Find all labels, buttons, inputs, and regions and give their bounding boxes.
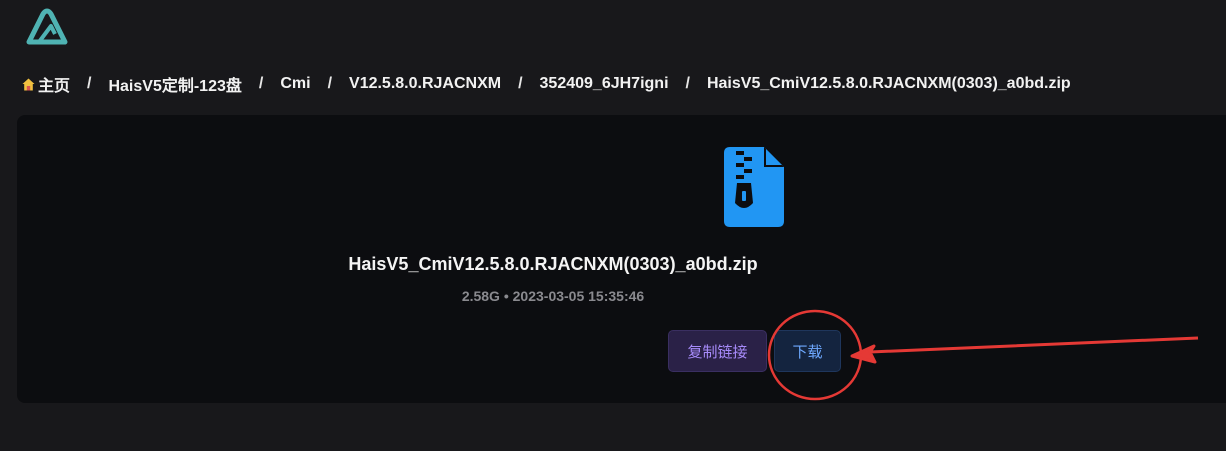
breadcrumb-separator: / <box>327 75 333 92</box>
breadcrumb-separator: / <box>87 75 92 92</box>
file-preview-card: HaisV5_CmiV12.5.8.0.RJACNXM(0303)_a0bd.z… <box>17 115 1226 403</box>
download-button[interactable]: 下载 <box>774 330 841 372</box>
file-name: HaisV5_CmiV12.5.8.0.RJACNXM(0303)_a0bd.z… <box>348 254 758 274</box>
breadcrumb-item-cmi[interactable]: Cmi <box>280 75 310 93</box>
breadcrumb-item-haisv5[interactable]: HaisV5定制-123盘 <box>108 72 241 96</box>
breadcrumb-item-folder[interactable]: 352409_6JH7igni <box>540 75 669 93</box>
breadcrumb-separator: / <box>258 75 264 92</box>
breadcrumb-separator: / <box>518 75 523 92</box>
alist-logo-icon[interactable] <box>25 8 69 46</box>
page: 主页 / HaisV5定制-123盘 / Cmi / V12.5.8.0.RJA… <box>0 0 1226 451</box>
breadcrumb-item-version[interactable]: V12.5.8.0.RJACNXM <box>349 75 501 93</box>
breadcrumb-item-file[interactable]: HaisV5_CmiV12.5.8.0.RJACNXM(0303)_a0bd.z… <box>707 75 1071 93</box>
breadcrumb-label: 主页 <box>38 78 71 95</box>
breadcrumb: 主页 / HaisV5定制-123盘 / Cmi / V12.5.8.0.RJA… <box>22 72 1071 96</box>
home-icon <box>22 78 35 90</box>
copy-link-button[interactable]: 复制链接 <box>668 330 767 372</box>
zip-file-icon <box>724 147 784 227</box>
file-meta: 2.58G • 2023-03-05 15:35:46 <box>461 288 645 304</box>
breadcrumb-home[interactable]: 主页 <box>22 72 70 96</box>
breadcrumb-separator: / <box>685 75 690 92</box>
